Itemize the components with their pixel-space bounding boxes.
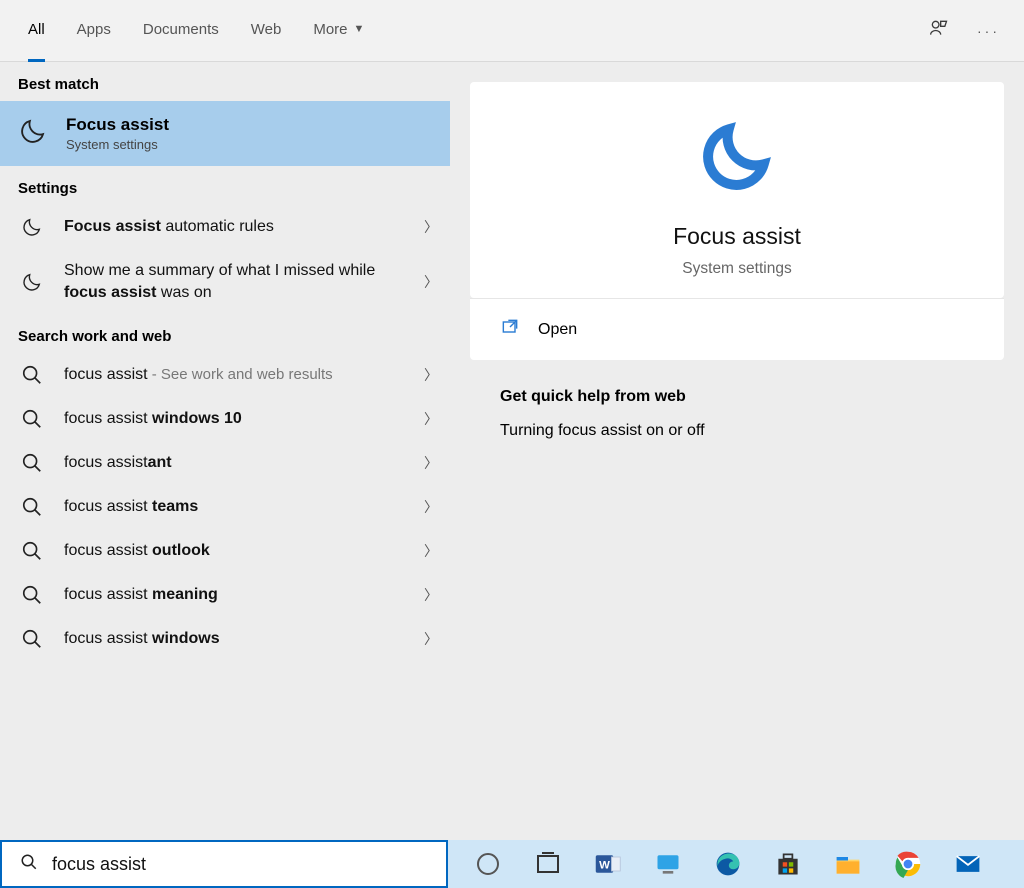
result-text: focus assist meaning <box>64 584 406 606</box>
result-row[interactable]: focus assist meaning 〉 <box>0 573 450 617</box>
mail-icon[interactable] <box>954 850 982 878</box>
search-icon <box>18 452 46 474</box>
search-box[interactable] <box>0 840 448 888</box>
feedback-icon[interactable] <box>929 18 949 43</box>
result-text: focus assist windows <box>64 628 406 650</box>
best-match-title: Focus assist <box>66 115 169 135</box>
quick-help-header: Get quick help from web <box>500 388 974 406</box>
chevron-right-icon: 〉 <box>424 217 438 237</box>
open-button[interactable]: Open <box>470 298 1004 360</box>
search-icon <box>18 628 46 650</box>
chevron-right-icon: 〉 <box>424 453 438 473</box>
search-icon <box>18 364 46 386</box>
best-match-subtitle: System settings <box>66 137 169 152</box>
word-icon[interactable]: W <box>594 850 622 878</box>
result-text: focus assist teams <box>64 496 406 518</box>
result-row[interactable]: focus assistant 〉 <box>0 441 450 485</box>
tab-apps[interactable]: Apps <box>77 0 111 62</box>
preview-title: Focus assist <box>470 223 1004 250</box>
best-match-item[interactable]: Focus assist System settings <box>0 101 450 166</box>
search-icon <box>18 408 46 430</box>
result-row[interactable]: Focus assist automatic rules 〉 <box>0 205 450 249</box>
result-row[interactable]: focus assist windows 〉 <box>0 617 450 661</box>
result-row[interactable]: focus assist windows 10 〉 <box>0 397 450 441</box>
chevron-right-icon: 〉 <box>424 365 438 385</box>
filter-tabs: All Apps Documents Web More▼ ··· <box>0 0 1024 62</box>
chevron-right-icon: 〉 <box>424 585 438 605</box>
result-text: focus assist outlook <box>64 540 406 562</box>
svg-text:W: W <box>599 859 610 871</box>
edge-icon[interactable] <box>714 850 742 878</box>
task-view-icon[interactable] <box>534 850 562 878</box>
results-panel: Best match Focus assist System settings … <box>0 62 450 840</box>
moon-icon <box>18 116 48 151</box>
chevron-right-icon: 〉 <box>424 409 438 429</box>
result-text: focus assist windows 10 <box>64 408 406 430</box>
search-icon <box>20 853 38 876</box>
search-icon <box>18 584 46 606</box>
section-best-match: Best match <box>0 62 450 101</box>
result-text: Focus assist automatic rules <box>64 216 406 238</box>
explorer-icon[interactable] <box>834 850 862 878</box>
result-row[interactable]: focus assist - See work and web results 〉 <box>0 353 450 397</box>
chevron-right-icon: 〉 <box>424 272 438 292</box>
monitor-icon[interactable] <box>654 850 682 878</box>
cortana-icon[interactable] <box>474 850 502 878</box>
tab-documents[interactable]: Documents <box>143 0 219 62</box>
open-icon <box>500 317 520 342</box>
chevron-right-icon: 〉 <box>424 629 438 649</box>
result-text: focus assistant <box>64 452 406 474</box>
quick-help-link[interactable]: Turning focus assist on or off <box>500 422 974 440</box>
preview-subtitle: System settings <box>470 260 1004 278</box>
tab-more[interactable]: More▼ <box>313 0 364 62</box>
moon-icon <box>18 216 46 238</box>
search-input[interactable] <box>52 854 428 875</box>
tab-web[interactable]: Web <box>251 0 282 62</box>
options-icon[interactable]: ··· <box>977 23 1000 39</box>
chrome-icon[interactable] <box>894 850 922 878</box>
result-text: focus assist - See work and web results <box>64 364 406 386</box>
result-row[interactable]: focus assist teams 〉 <box>0 485 450 529</box>
section-search-web: Search work and web <box>0 314 450 353</box>
result-text: Show me a summary of what I missed while… <box>64 260 406 303</box>
store-icon[interactable] <box>774 850 802 878</box>
chevron-right-icon: 〉 <box>424 541 438 561</box>
open-label: Open <box>538 321 577 339</box>
taskbar: W <box>0 840 1024 888</box>
chevron-right-icon: 〉 <box>424 497 438 517</box>
preview-panel: Focus assist System settings Open Get qu… <box>450 62 1024 840</box>
result-row[interactable]: Show me a summary of what I missed while… <box>0 249 450 314</box>
search-icon <box>18 496 46 518</box>
search-icon <box>18 540 46 562</box>
result-row[interactable]: focus assist outlook 〉 <box>0 529 450 573</box>
section-settings: Settings <box>0 166 450 205</box>
moon-icon <box>697 183 777 200</box>
moon-icon <box>18 271 46 293</box>
tab-all[interactable]: All <box>28 0 45 62</box>
